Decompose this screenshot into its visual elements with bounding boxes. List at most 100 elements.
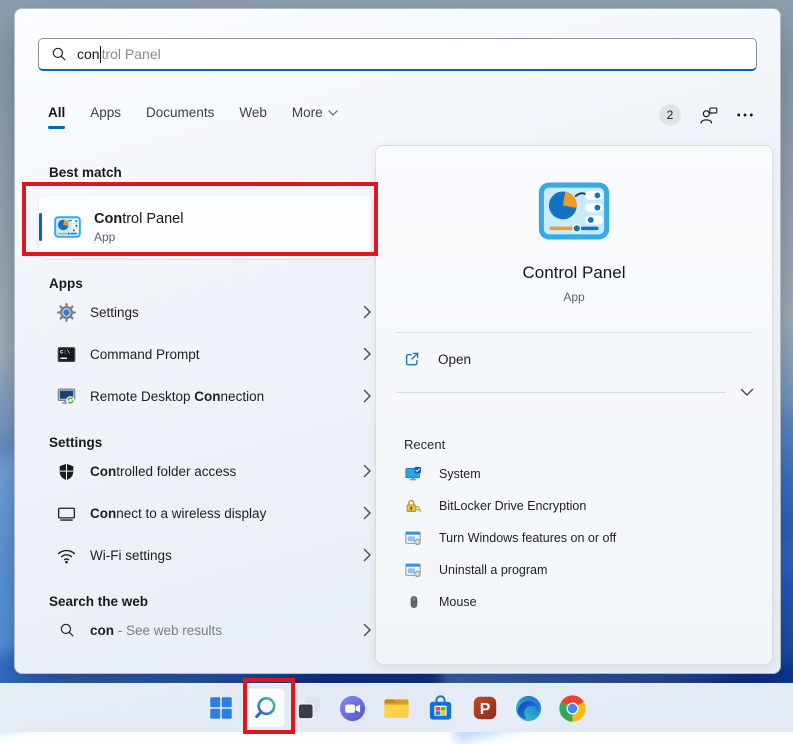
search-flyout-panel: con trol Panel All Apps Documents Web More 2… — [14, 8, 781, 674]
label-segment: Command Prompt — [90, 347, 200, 362]
result-con-see-web-results[interactable]: con - See web results — [38, 609, 390, 651]
open-action[interactable]: Open — [403, 346, 772, 372]
file-explorer-icon — [382, 694, 411, 723]
search-input[interactable]: con trol Panel — [38, 38, 757, 71]
result-settings[interactable]: Settings — [38, 291, 390, 333]
svg-text:C:\: C:\ — [60, 348, 71, 355]
start-button[interactable] — [201, 688, 241, 728]
recent-item-label: Mouse — [439, 595, 477, 609]
chevron-right-icon[interactable] — [363, 347, 372, 361]
best-match-result-control-panel[interactable]: Control Panel App — [39, 196, 371, 258]
result-label: Controlled folder access — [90, 464, 363, 479]
account-feedback-icon[interactable] — [698, 105, 719, 126]
bitlocker-icon — [404, 497, 422, 515]
psiphon-icon: P — [471, 694, 499, 722]
chevron-right-icon[interactable] — [363, 623, 372, 637]
label-segment: Wi-Fi settings — [90, 548, 172, 563]
open-label: Open — [438, 352, 471, 367]
title-segment: Con — [94, 211, 122, 227]
microsoft-store-icon — [426, 694, 455, 723]
section-header: Settings — [49, 435, 390, 450]
result-label: Command Prompt — [90, 347, 363, 362]
search-magnifier-icon — [250, 694, 279, 723]
tab-more[interactable]: More — [292, 105, 338, 129]
recent-list: System BitLocker Drive Encryption Turn Win… — [376, 458, 772, 618]
teams-chat-icon — [338, 694, 367, 723]
section-settings: Settings Controlled folder access Connect … — [38, 435, 390, 576]
label-segment: trolled folder access — [116, 464, 236, 479]
label-segment: Con — [90, 464, 116, 479]
control-panel-icon-large — [538, 182, 610, 240]
search-filter-tabs: All Apps Documents Web More — [48, 105, 338, 129]
label-segment: Remote Desktop — [90, 389, 194, 404]
label-segment: Settings — [90, 305, 139, 320]
recent-item-label: BitLocker Drive Encryption — [439, 499, 586, 513]
chat-button[interactable] — [333, 688, 373, 728]
tab-label: Apps — [90, 105, 121, 120]
chevron-right-icon[interactable] — [363, 548, 372, 562]
chrome-icon — [558, 694, 587, 723]
label-segment: Con — [194, 389, 220, 404]
recent-item-uninstall-a-program[interactable]: Uninstall a program — [404, 554, 772, 586]
autocomplete-suggestion: trol Panel — [102, 46, 161, 62]
tab-apps[interactable]: Apps — [90, 105, 121, 129]
best-match-header: Best match — [49, 165, 390, 180]
recent-item-label: Uninstall a program — [439, 563, 547, 577]
preview-pane: Control Panel App Open Recent SystemBitL… — [375, 145, 773, 665]
wifi-icon — [56, 545, 77, 566]
typed-text: con — [77, 46, 100, 62]
tab-label: All — [48, 105, 65, 120]
result-wi-fi-settings[interactable]: Wi-Fi settings — [38, 534, 390, 576]
svg-text:P: P — [479, 701, 490, 718]
edge-button[interactable] — [509, 688, 549, 728]
task-view-button[interactable] — [289, 688, 329, 728]
tab-all[interactable]: All — [48, 105, 65, 129]
chevron-right-icon[interactable] — [363, 506, 372, 520]
task-view-icon — [295, 694, 323, 722]
best-match-subtitle: App — [94, 230, 183, 244]
recent-item-system[interactable]: System — [404, 458, 772, 490]
result-label: Remote Desktop Connection — [90, 389, 363, 404]
recent-item-bitlocker-drive-encryption[interactable]: BitLocker Drive Encryption — [404, 490, 772, 522]
chrome-button[interactable] — [553, 688, 593, 728]
control-panel-icon — [54, 216, 80, 238]
section-search-the-web: Search the webcon - See web results — [38, 594, 390, 651]
rewards-badge[interactable]: 2 — [659, 104, 681, 126]
tab-web[interactable]: Web — [239, 105, 267, 129]
label-segment: nection — [221, 389, 265, 404]
recent-item-turn-windows-features-on-or-off[interactable]: Turn Windows features on or off — [404, 522, 772, 554]
taskbar-search-button[interactable] — [245, 688, 285, 728]
divider-expand — [396, 388, 754, 397]
remote-desktop-icon — [56, 386, 77, 407]
title-segment: trol Panel — [122, 211, 183, 227]
system-monitor-icon — [404, 465, 422, 483]
selection-accent-bar — [39, 213, 42, 241]
search-icon — [56, 620, 77, 641]
result-sections: AppsSettingsC:\Command PromptRemote Desk… — [38, 276, 390, 651]
chevron-right-icon[interactable] — [363, 464, 372, 478]
windows-features-icon — [404, 529, 422, 547]
section-apps: AppsSettingsC:\Command PromptRemote Desk… — [38, 276, 390, 417]
recent-item-mouse[interactable]: Mouse — [404, 586, 772, 618]
divider — [396, 332, 752, 333]
file-explorer-button[interactable] — [377, 688, 417, 728]
chevron-down-icon — [328, 110, 338, 116]
result-remote-desktop-connection[interactable]: Remote Desktop Connection — [38, 375, 390, 417]
uninstall-program-icon — [404, 561, 422, 579]
psiphon-button[interactable]: P — [465, 688, 505, 728]
chevron-right-icon[interactable] — [363, 305, 372, 319]
tab-documents[interactable]: Documents — [146, 105, 214, 129]
result-label: Wi-Fi settings — [90, 548, 363, 563]
result-connect-to-a-wireless-display[interactable]: Connect to a wireless display — [38, 492, 390, 534]
result-controlled-folder-access[interactable]: Controlled folder access — [38, 450, 390, 492]
result-command-prompt[interactable]: C:\ Command Prompt — [38, 333, 390, 375]
store-button[interactable] — [421, 688, 461, 728]
chevron-right-icon[interactable] — [363, 389, 372, 403]
recent-item-label: Turn Windows features on or off — [439, 531, 616, 545]
more-options-icon[interactable] — [736, 112, 754, 118]
result-label: Settings — [90, 305, 363, 320]
active-tab-underline — [48, 126, 65, 129]
preview-app-title: Control Panel — [376, 263, 772, 283]
result-label: con - See web results — [90, 623, 363, 638]
chevron-down-icon[interactable] — [740, 388, 754, 397]
